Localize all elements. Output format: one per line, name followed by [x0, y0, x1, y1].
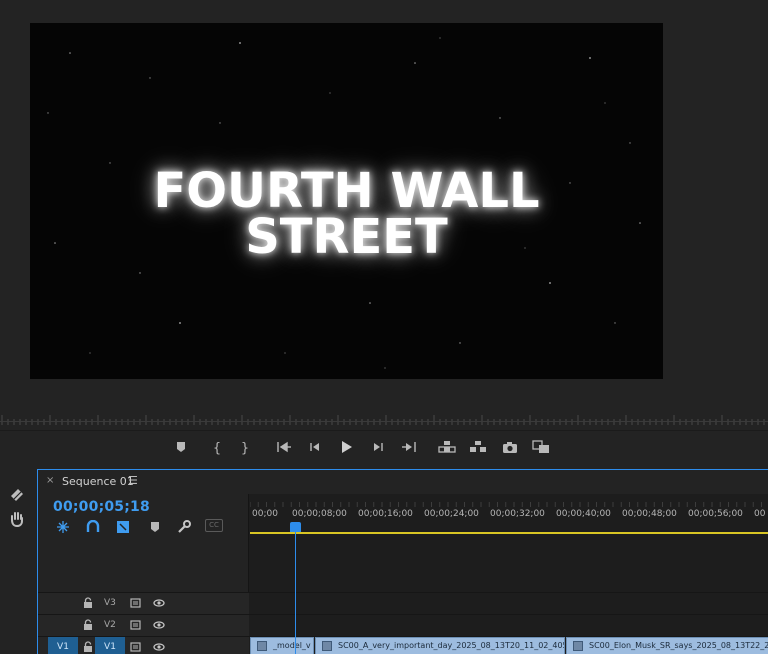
mark-out-icon: }: [240, 441, 250, 456]
sequence-name: Sequence 01: [62, 475, 134, 488]
mark-out-button[interactable]: }: [238, 440, 252, 458]
track-v3: V3: [38, 592, 768, 614]
comparison-view-icon: [532, 440, 549, 453]
eye-icon[interactable]: [153, 641, 165, 653]
extract-icon: [470, 441, 486, 452]
track-header-v2: V2: [38, 615, 249, 636]
monitor-scrub-ruler[interactable]: [0, 410, 768, 425]
export-frame-icon: [503, 442, 517, 453]
track-target-v1[interactable]: V1: [95, 637, 125, 654]
lock-icon[interactable]: [82, 597, 94, 609]
track-label[interactable]: V3: [104, 598, 116, 608]
ruler-label: 00;00;40;00: [556, 509, 611, 519]
ruler-label: 00;00;56;00: [688, 509, 743, 519]
lift-button[interactable]: [438, 440, 456, 458]
ruler-label: 00;00;32;00: [490, 509, 545, 519]
export-frame-button[interactable]: [502, 440, 518, 458]
clip-label: SC00_A_very_important_day_2025_08_13T20_…: [338, 641, 565, 650]
fx-badge-icon: [322, 641, 332, 651]
step-back-icon: [310, 443, 319, 451]
sync-lock-icon[interactable]: [130, 641, 142, 653]
captions-icon[interactable]: CC: [205, 519, 223, 532]
mark-in-icon: {: [212, 441, 222, 456]
playhead-handle[interactable]: [290, 522, 301, 532]
clip-label: SC00_Elon_Musk_SR_says_2025_08_13T22_29: [589, 641, 768, 650]
ruler-ticks: [1, 415, 765, 425]
step-back-button[interactable]: [309, 440, 323, 458]
ruler-label: 00;00;16;00: [358, 509, 413, 519]
add-marker-icon: [177, 442, 185, 452]
ruler-label: 00;00;24;00: [424, 509, 479, 519]
ruler-baseline: [0, 421, 768, 422]
close-icon[interactable]: ×: [46, 475, 54, 486]
track-header-v1: V1 V1: [38, 637, 249, 654]
lock-icon[interactable]: [82, 619, 94, 631]
timeline-ruler-ticks: [250, 502, 762, 507]
clip-label: _model_v: [273, 641, 311, 650]
snap-icon[interactable]: [86, 520, 100, 534]
ruler-label: 00;00;48;00: [622, 509, 677, 519]
lock-icon[interactable]: [82, 641, 94, 653]
insert-nest-icon[interactable]: [56, 520, 70, 534]
premiere-window: FOURTH WALL STREET { } × Sequence 01 ☰ 0…: [0, 0, 768, 654]
hand-icon: [11, 512, 23, 528]
go-to-out-icon: [402, 442, 416, 452]
go-to-out-button[interactable]: [401, 440, 417, 458]
extract-button[interactable]: [469, 440, 487, 458]
fx-badge-icon: [257, 641, 267, 651]
mark-in-button[interactable]: {: [210, 440, 224, 458]
step-forward-button[interactable]: [372, 440, 386, 458]
add-marker-icon[interactable]: [148, 520, 162, 534]
panel-menu-icon[interactable]: ☰: [128, 474, 138, 487]
clip[interactable]: _model_v: [250, 637, 314, 654]
go-to-in-button[interactable]: [276, 440, 292, 458]
ruler-label: 00: [754, 509, 766, 519]
sync-lock-icon[interactable]: [130, 619, 142, 631]
ruler-label: 00;00;08;00: [292, 509, 347, 519]
fx-badge-icon: [573, 641, 583, 651]
play-button[interactable]: [340, 440, 354, 458]
video-preview[interactable]: FOURTH WALL STREET: [30, 23, 663, 379]
timeline-ruler[interactable]: 00;00 00;00;08;00 00;00;16;00 00;00;24;0…: [250, 509, 768, 521]
source-patch-v1[interactable]: V1: [48, 637, 78, 654]
title-overlay: FOURTH WALL STREET: [30, 163, 663, 265]
work-area-bar[interactable]: [250, 532, 768, 534]
play-icon: [342, 441, 352, 453]
add-marker-button[interactable]: [175, 440, 189, 458]
razor-icon: [11, 489, 23, 501]
linked-selection-icon[interactable]: [116, 520, 130, 534]
tools-panel: [0, 470, 36, 654]
eye-icon[interactable]: [153, 619, 165, 631]
comparison-view-button[interactable]: [532, 440, 550, 458]
playhead-timecode[interactable]: 00;00;05;18: [53, 499, 150, 515]
sequence-tab[interactable]: × Sequence 01 ☰: [38, 470, 768, 494]
lift-icon: [438, 441, 456, 453]
title-line-1: FOURTH WALL: [153, 163, 540, 219]
clip[interactable]: SC00_A_very_important_day_2025_08_13T20_…: [315, 637, 565, 654]
go-to-in-icon: [277, 441, 291, 453]
title-line-2: STREET: [245, 209, 448, 265]
track-header-v3: V3: [38, 593, 249, 614]
track-label[interactable]: V2: [104, 620, 116, 630]
ruler-label: 00;00: [252, 509, 278, 519]
transport-controls: { }: [0, 430, 768, 466]
settings-wrench-icon[interactable]: [177, 520, 191, 534]
program-monitor: FOURTH WALL STREET: [0, 0, 768, 408]
hand-tool[interactable]: [8, 510, 26, 528]
track-v2: V2: [38, 614, 768, 636]
sync-lock-icon[interactable]: [130, 597, 142, 609]
timeline-panel: × Sequence 01 ☰ 00;00;05;18 CC 00;00 00;…: [37, 469, 768, 654]
step-forward-icon: [374, 443, 383, 451]
razor-tool[interactable]: [8, 486, 26, 504]
clip[interactable]: SC00_Elon_Musk_SR_says_2025_08_13T22_29: [566, 637, 768, 654]
eye-icon[interactable]: [153, 597, 165, 609]
